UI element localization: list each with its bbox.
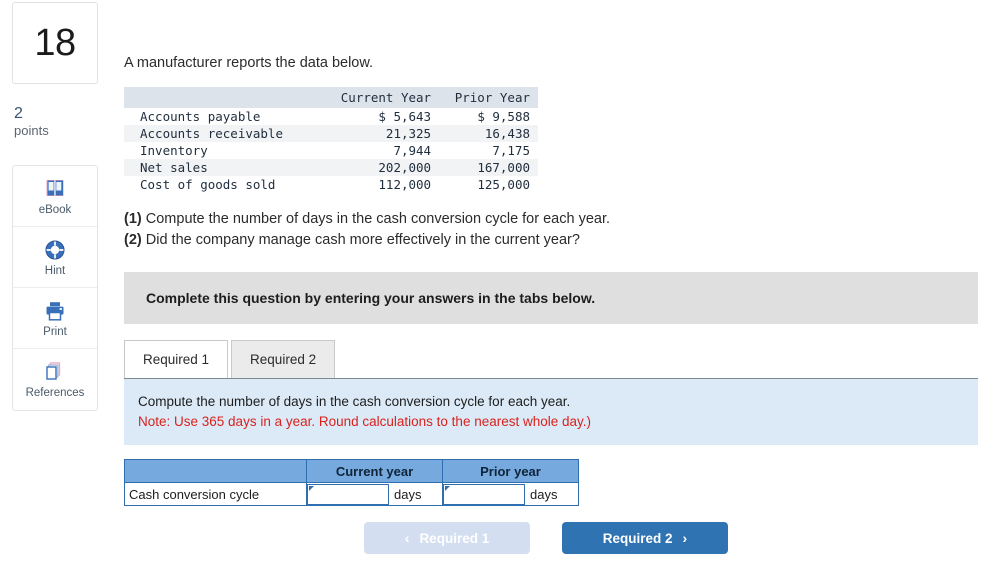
- prev-required-1-button[interactable]: ‹ Required 1: [364, 522, 530, 555]
- chevron-right-icon: ›: [682, 530, 688, 547]
- answer-table: Current year Prior year Cash conversion …: [124, 459, 579, 507]
- next-required-2-label: Required 2: [602, 530, 673, 546]
- next-required-2-button[interactable]: Required 2 ›: [562, 522, 728, 555]
- answer-header-row: Current year Prior year: [124, 459, 579, 484]
- cash-conversion-cycle-current-input[interactable]: [307, 483, 389, 505]
- table-header-row: Current Year Prior Year: [124, 87, 538, 108]
- tab-required-2-label: Required 2: [250, 352, 317, 368]
- requirement-2: (2) Did the company manage cash more eff…: [124, 230, 990, 251]
- row-current: $ 5,643: [378, 109, 432, 124]
- sidebar-item-hint[interactable]: Hint: [13, 227, 97, 289]
- pages-stack-icon: [43, 360, 67, 384]
- lifering-icon: [43, 238, 67, 262]
- question-page: 18 2 points eBook Hint Print References …: [0, 0, 1001, 574]
- tab-required-2[interactable]: Required 2: [231, 340, 336, 379]
- points-value: 2: [14, 105, 23, 122]
- row-label: Accounts receivable: [140, 126, 283, 141]
- row-current: 202,000: [378, 160, 432, 175]
- row-label: Accounts payable: [140, 109, 261, 124]
- answer-row-label: Cash conversion cycle: [124, 482, 307, 507]
- tab-required-1[interactable]: Required 1: [124, 340, 229, 379]
- unit-label-prior: days: [530, 486, 558, 502]
- row-prior: 16,438: [484, 126, 530, 141]
- requirement-panel-line1: Compute the number of days in the cash c…: [138, 394, 571, 410]
- sidebar: 18 2 points eBook Hint Print References: [12, 0, 98, 412]
- row-current: 7,944: [393, 143, 432, 158]
- question-number-card: 18: [12, 2, 98, 84]
- row-current: 112,000: [378, 177, 432, 192]
- requirement-panel: Compute the number of days in the cash c…: [124, 378, 978, 446]
- row-prior: 125,000: [477, 177, 530, 192]
- row-prior: $ 9,588: [477, 109, 530, 124]
- answer-col-blank: [124, 459, 307, 484]
- tab-required-1-label: Required 1: [143, 352, 210, 368]
- sidebar-item-references[interactable]: References: [13, 349, 97, 410]
- table-row: Inventory 7,944 7,175: [124, 142, 538, 159]
- table-row: Accounts receivable 21,325 16,438: [124, 125, 538, 142]
- unit-label-current: days: [394, 486, 422, 502]
- row-label: Inventory: [140, 143, 208, 158]
- tool-card: eBook Hint Print References: [12, 165, 98, 412]
- given-data-table: Current Year Prior Year Accounts payable…: [124, 87, 538, 193]
- intro-text: A manufacturer reports the data below.: [124, 55, 374, 71]
- printer-icon: [43, 299, 67, 323]
- row-label: Net sales: [140, 160, 208, 175]
- instruction-banner: Complete this question by entering your …: [124, 272, 978, 325]
- cash-conversion-cycle-prior-input[interactable]: [443, 483, 525, 505]
- requirements-list: (1) Compute the number of days in the ca…: [124, 209, 990, 250]
- sidebar-item-print[interactable]: Print: [13, 288, 97, 350]
- nav-buttons: ‹ Required 1 Required 2 ›: [124, 522, 990, 555]
- answer-row: Cash conversion cycle days days: [124, 482, 579, 507]
- prev-required-1-label: Required 1: [419, 530, 490, 546]
- question-number: 18: [34, 22, 76, 64]
- sidebar-item-label-print: Print: [43, 325, 67, 338]
- table-row: Cost of goods sold 112,000 125,000: [124, 176, 538, 193]
- sidebar-item-label-references: References: [25, 387, 85, 400]
- data-col-blank: [124, 87, 323, 108]
- requirement-2-number: (2): [124, 231, 142, 248]
- requirement-1-text: Compute the number of days in the cash c…: [145, 211, 611, 227]
- requirement-1-number: (1): [124, 211, 142, 227]
- requirement-2-text: Did the company manage cash more effecti…: [145, 231, 580, 248]
- book-icon: [43, 177, 67, 201]
- points-block: 2 points: [12, 105, 98, 139]
- row-prior: 167,000: [477, 160, 530, 175]
- points-label: points: [14, 122, 49, 138]
- tab-bar: Required 1 Required 2: [124, 340, 990, 379]
- row-current: 21,325: [385, 126, 432, 141]
- sidebar-item-ebook[interactable]: eBook: [13, 166, 97, 228]
- row-prior: 7,175: [492, 143, 530, 158]
- requirement-1: (1) Compute the number of days in the ca…: [124, 209, 990, 230]
- main-content: A manufacturer reports the data below. C…: [124, 0, 990, 555]
- chevron-left-icon: ‹: [404, 530, 410, 547]
- sidebar-item-label-hint: Hint: [44, 264, 66, 277]
- data-col-current-year: Current Year: [322, 87, 440, 108]
- row-label: Cost of goods sold: [140, 177, 276, 192]
- answer-col-prior-year: Prior year: [442, 459, 579, 484]
- requirement-panel-note: Note: Use 365 days in a year. Round calc…: [138, 414, 592, 430]
- answer-col-current-year: Current year: [306, 459, 443, 484]
- answer-cell-prior: days: [442, 482, 579, 507]
- sidebar-item-label-ebook: eBook: [38, 203, 72, 216]
- table-row: Accounts payable $ 5,643 $ 9,588: [124, 108, 538, 125]
- table-row: Net sales 202,000 167,000: [124, 159, 538, 176]
- data-col-prior-year: Prior Year: [439, 87, 538, 108]
- answer-cell-current: days: [306, 482, 443, 507]
- instruction-banner-text: Complete this question by entering your …: [146, 290, 596, 307]
